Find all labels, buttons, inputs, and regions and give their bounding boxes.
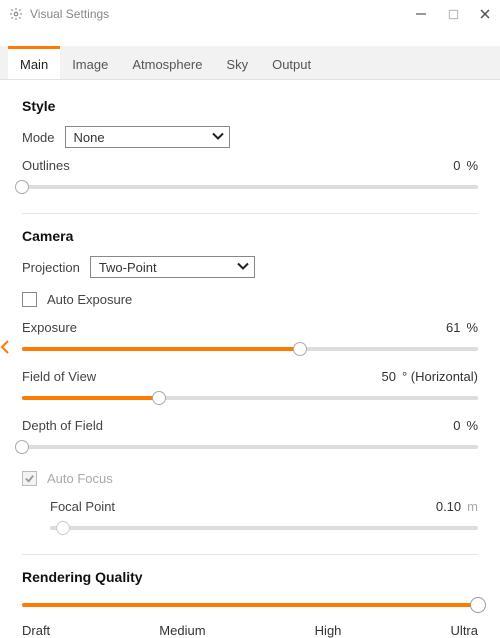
fov-label: Field of View	[22, 369, 96, 384]
exposure-value: 61	[446, 320, 460, 335]
exposure-slider: Exposure 61 %	[22, 320, 478, 357]
outlines-slider: Outlines 0 %	[22, 158, 478, 195]
chevron-down-icon	[236, 260, 250, 275]
focal-point-value: 0.10	[436, 499, 461, 514]
dof-unit: %	[466, 418, 478, 433]
auto-focus-label: Auto Focus	[47, 471, 113, 486]
exposure-track[interactable]	[22, 341, 478, 357]
slider-thumb[interactable]	[152, 391, 166, 405]
app-icon	[8, 6, 24, 22]
slider-thumb[interactable]	[15, 440, 29, 454]
dof-label: Depth of Field	[22, 418, 103, 433]
tabs: Main Image Atmosphere Sky Output	[0, 46, 500, 80]
dof-value: 0	[453, 418, 460, 433]
tab-main[interactable]: Main	[8, 46, 60, 79]
projection-select[interactable]: Two-Point	[90, 256, 255, 278]
projection-value: Two-Point	[99, 260, 157, 275]
dof-slider: Depth of Field 0 %	[22, 418, 478, 455]
tab-sky[interactable]: Sky	[214, 46, 260, 79]
focal-point-slider: Focal Point 0.10 m	[22, 499, 478, 536]
fov-unit: ° (Horizontal)	[402, 369, 478, 384]
panel-main: Style Mode None Outlines 0 % Camera Proj…	[0, 80, 500, 638]
auto-focus-checkbox[interactable]	[22, 471, 37, 486]
fov-slider: Field of View 50 ° (Horizontal)	[22, 369, 478, 406]
auto-exposure-checkbox[interactable]	[22, 292, 37, 307]
outlines-track[interactable]	[22, 179, 478, 195]
fov-value: 50	[382, 369, 396, 384]
auto-focus-row: Auto Focus	[22, 467, 478, 489]
tab-label: Main	[20, 57, 48, 72]
tab-label: Atmosphere	[132, 57, 202, 72]
exposure-unit: %	[466, 320, 478, 335]
focal-point-unit: m	[467, 499, 478, 514]
tab-label: Sky	[226, 57, 248, 72]
tab-label: Output	[272, 57, 311, 72]
outlines-unit: %	[466, 158, 478, 173]
divider	[22, 554, 478, 555]
auto-exposure-row: Auto Exposure	[22, 288, 478, 310]
maximize-button[interactable]	[446, 7, 460, 21]
outlines-label: Outlines	[22, 158, 70, 173]
tab-output[interactable]: Output	[260, 46, 323, 79]
mode-value: None	[74, 130, 105, 145]
chevron-down-icon	[211, 130, 225, 145]
slider-thumb	[56, 521, 70, 535]
tab-image[interactable]: Image	[60, 46, 120, 79]
exposure-label: Exposure	[22, 320, 77, 335]
tab-label: Image	[72, 57, 108, 72]
titlebar: Visual Settings	[0, 0, 500, 28]
fov-track[interactable]	[22, 390, 478, 406]
focal-point-label: Focal Point	[50, 499, 115, 514]
tab-atmosphere[interactable]: Atmosphere	[120, 46, 214, 79]
section-heading-camera: Camera	[22, 228, 478, 244]
dof-track[interactable]	[22, 439, 478, 455]
projection-row: Projection Two-Point	[22, 256, 478, 278]
divider	[22, 213, 478, 214]
auto-exposure-label: Auto Exposure	[47, 292, 132, 307]
window-title: Visual Settings	[30, 7, 414, 21]
focal-point-track	[50, 520, 478, 536]
slider-thumb[interactable]	[293, 342, 307, 356]
close-button[interactable]	[478, 7, 492, 21]
projection-label: Projection	[22, 260, 80, 275]
outlines-value: 0	[453, 158, 460, 173]
minimize-button[interactable]	[414, 7, 428, 21]
mode-select[interactable]: None	[65, 126, 230, 148]
section-heading-style: Style	[22, 98, 478, 114]
mode-label: Mode	[22, 130, 55, 145]
rendering-quality-slider[interactable]	[22, 597, 478, 613]
mode-row: Mode None	[22, 126, 478, 148]
window-controls	[414, 7, 492, 21]
slider-thumb[interactable]	[470, 597, 486, 613]
section-heading-rendering-quality: Rendering Quality	[22, 569, 478, 585]
slider-thumb[interactable]	[15, 180, 29, 194]
